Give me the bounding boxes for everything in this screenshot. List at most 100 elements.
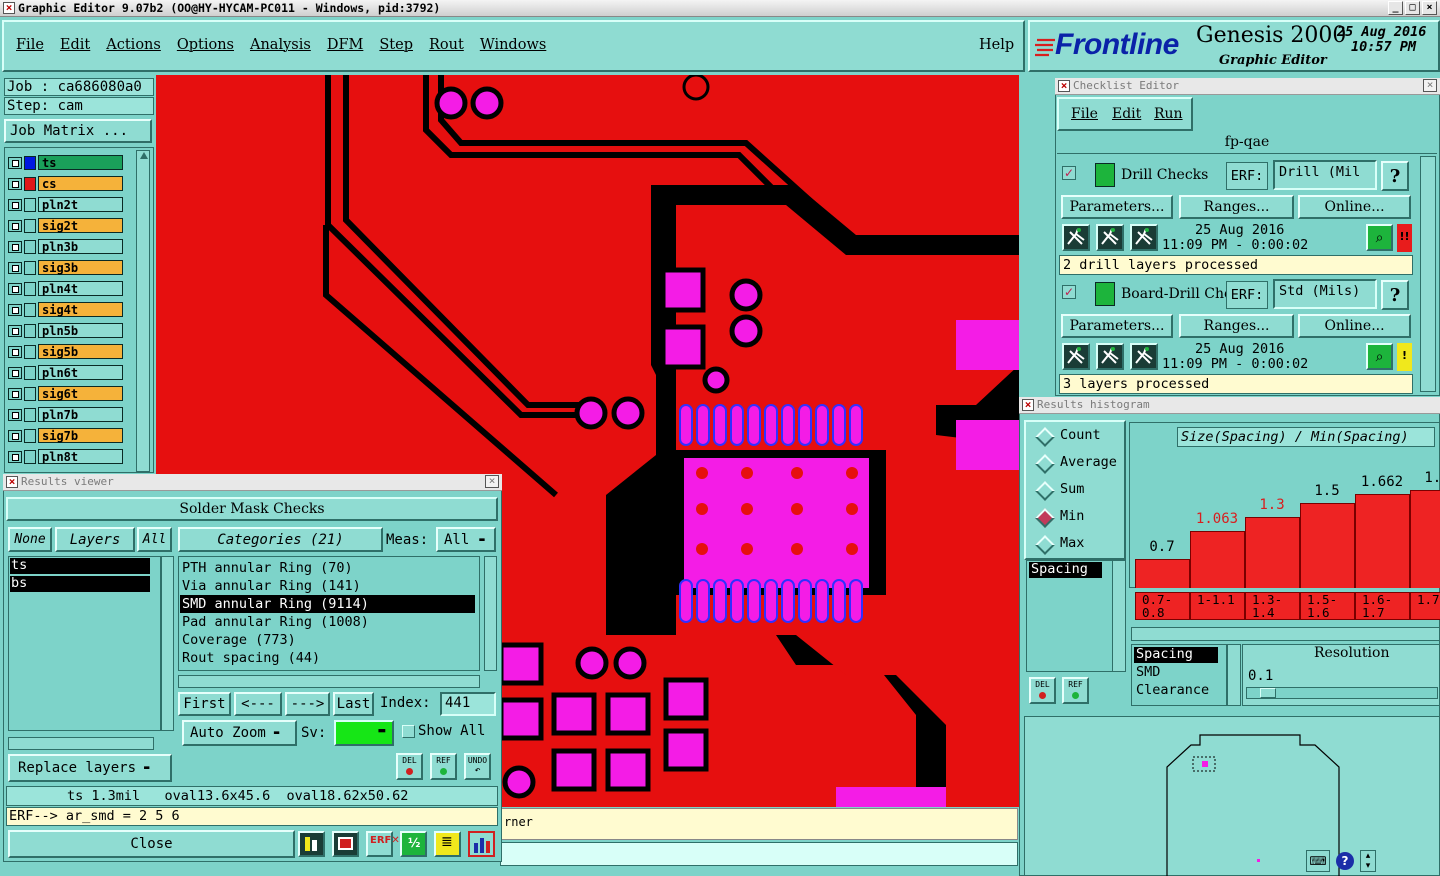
layers-tool-icon[interactable]	[298, 831, 325, 857]
layers-list-scrollbar[interactable]	[161, 556, 174, 731]
histogram-bar[interactable]	[1300, 503, 1355, 588]
layer-row[interactable]: cs	[6, 176, 124, 192]
layer-row[interactable]: sig6t	[6, 386, 124, 402]
layer-name[interactable]: pln8t	[38, 449, 123, 464]
more-dropdown-icon[interactable]: ▴ ▾	[1360, 850, 1376, 872]
menu-edit[interactable]: Edit	[60, 37, 90, 53]
histogram-bar[interactable]	[1410, 490, 1440, 588]
layer-name[interactable]: pln4t	[38, 281, 123, 296]
layer-color-swatch[interactable]	[24, 177, 36, 191]
layer-visibility-checkbox[interactable]	[8, 199, 22, 211]
layer-scroll-up-icon[interactable]	[140, 152, 148, 159]
run-check-icon[interactable]	[1062, 343, 1090, 370]
layer-name[interactable]: sig7b	[38, 428, 123, 443]
histogram-left-list-scrollbar[interactable]	[1112, 560, 1126, 672]
index-input[interactable]: 441	[440, 692, 496, 716]
layer-visibility-checkbox[interactable]	[8, 409, 22, 421]
mode-radio-sum[interactable]: Sum	[1036, 481, 1084, 497]
layer-color-swatch[interactable]	[24, 366, 36, 380]
histogram-bar[interactable]	[1245, 517, 1300, 588]
checklist-menu-edit[interactable]: Edit	[1112, 106, 1141, 122]
close-window-button[interactable]: ×	[1422, 1, 1437, 15]
menu-step[interactable]: Step	[379, 37, 413, 53]
help-menu[interactable]: Help	[979, 37, 1014, 53]
layer-name[interactable]: cs	[38, 176, 123, 191]
histogram-bar[interactable]	[1355, 494, 1410, 588]
maximize-button[interactable]: □	[1405, 1, 1420, 15]
menu-actions[interactable]: Actions	[106, 37, 161, 53]
show-all-checkbox[interactable]	[402, 725, 415, 738]
menu-rout[interactable]: Rout	[429, 37, 464, 53]
layer-row[interactable]: sig7b	[6, 428, 124, 444]
layer-visibility-checkbox[interactable]	[8, 283, 22, 295]
ranges-button[interactable]: Ranges...	[1179, 195, 1294, 219]
results-undo-button[interactable]: UNDO ↶	[464, 753, 491, 780]
layer-list-scrollbar[interactable]	[136, 150, 150, 472]
online-button[interactable]: Online...	[1298, 314, 1411, 338]
resolution-slider-thumb[interactable]	[1260, 688, 1276, 698]
check-enabled-checkbox[interactable]: ✓	[1062, 285, 1076, 299]
histogram-tool-icon[interactable]	[468, 831, 495, 857]
layer-row[interactable]: sig5b	[6, 344, 124, 360]
layers-list-item[interactable]: ts	[10, 558, 150, 574]
layer-name[interactable]: pln2t	[38, 197, 123, 212]
job-matrix-button[interactable]: Job Matrix ...	[4, 119, 152, 143]
histogram-right-list-item[interactable]: Clearance	[1134, 683, 1218, 699]
layer-color-swatch[interactable]	[24, 429, 36, 443]
check-help-button[interactable]: ?	[1381, 280, 1409, 310]
layer-visibility-checkbox[interactable]	[8, 304, 22, 316]
layer-visibility-checkbox[interactable]	[8, 451, 22, 463]
layers-list-hscroll[interactable]	[8, 737, 154, 750]
mode-radio-average[interactable]: Average	[1036, 454, 1117, 470]
run-erf-icon[interactable]	[1130, 343, 1158, 370]
check-help-button[interactable]: ?	[1381, 161, 1409, 191]
layer-name[interactable]: ts	[38, 155, 123, 170]
layer-name[interactable]: pln5b	[38, 323, 123, 338]
layers-list-item[interactable]: bs	[10, 576, 150, 592]
layer-color-swatch[interactable]	[24, 408, 36, 422]
results-delete-button[interactable]: DEL	[396, 753, 423, 780]
layers-button[interactable]: Layers	[55, 527, 135, 552]
parameters-button[interactable]: Parameters...	[1061, 314, 1173, 338]
check-enabled-checkbox[interactable]: ✓	[1062, 166, 1076, 180]
category-item[interactable]: PTH annular Ring (70)	[180, 559, 475, 577]
layer-color-swatch[interactable]	[24, 303, 36, 317]
mode-radio-count[interactable]: Count	[1036, 427, 1101, 443]
menu-file[interactable]: File	[16, 37, 44, 53]
close-button[interactable]: Close	[8, 830, 295, 858]
layer-visibility-checkbox[interactable]	[8, 325, 22, 337]
run-erf-icon[interactable]	[1130, 224, 1158, 251]
layer-name[interactable]: sig6t	[38, 386, 123, 401]
layer-name[interactable]: sig4t	[38, 302, 123, 317]
all-layers-button[interactable]: All	[137, 527, 172, 552]
layer-visibility-checkbox[interactable]	[8, 388, 22, 400]
layer-color-swatch[interactable]	[24, 387, 36, 401]
zoom-icon[interactable]: ⌕	[1366, 343, 1393, 370]
keyboard-icon[interactable]: ⌨	[1306, 850, 1330, 872]
layer-row[interactable]: sig4t	[6, 302, 124, 318]
categories-button[interactable]: Categories (21)	[178, 527, 383, 552]
auto-zoom-dropdown[interactable]: Auto Zoom ▬	[182, 720, 297, 746]
layer-name[interactable]: pln3b	[38, 239, 123, 254]
category-item[interactable]: SMD annular Ring (9114)	[180, 595, 475, 613]
layer-name[interactable]: sig5b	[38, 344, 123, 359]
category-item[interactable]: Via annular Ring (141)	[180, 577, 475, 595]
histogram-bar[interactable]	[1190, 531, 1245, 588]
layer-color-swatch[interactable]	[24, 261, 36, 275]
menu-dfm[interactable]: DFM	[327, 37, 364, 53]
layer-color-swatch[interactable]	[24, 282, 36, 296]
layer-visibility-checkbox[interactable]	[8, 346, 22, 358]
layer-visibility-checkbox[interactable]	[8, 262, 22, 274]
menu-windows[interactable]: Windows	[480, 37, 547, 53]
layer-row[interactable]: pln3b	[6, 239, 124, 255]
previous-button[interactable]: <---	[234, 692, 282, 716]
layer-row[interactable]: sig3b	[6, 260, 124, 276]
minimize-button[interactable]: _	[1388, 1, 1403, 15]
run-check-icon[interactable]	[1062, 224, 1090, 251]
layer-color-swatch[interactable]	[24, 450, 36, 464]
histogram-refresh-button[interactable]: REF	[1062, 677, 1089, 704]
menu-analysis[interactable]: Analysis	[250, 37, 311, 53]
checklist-close-icon[interactable]: ×	[1423, 79, 1437, 92]
checklist-scrollbar[interactable]	[1420, 156, 1436, 392]
categories-hscroll[interactable]	[178, 675, 480, 688]
